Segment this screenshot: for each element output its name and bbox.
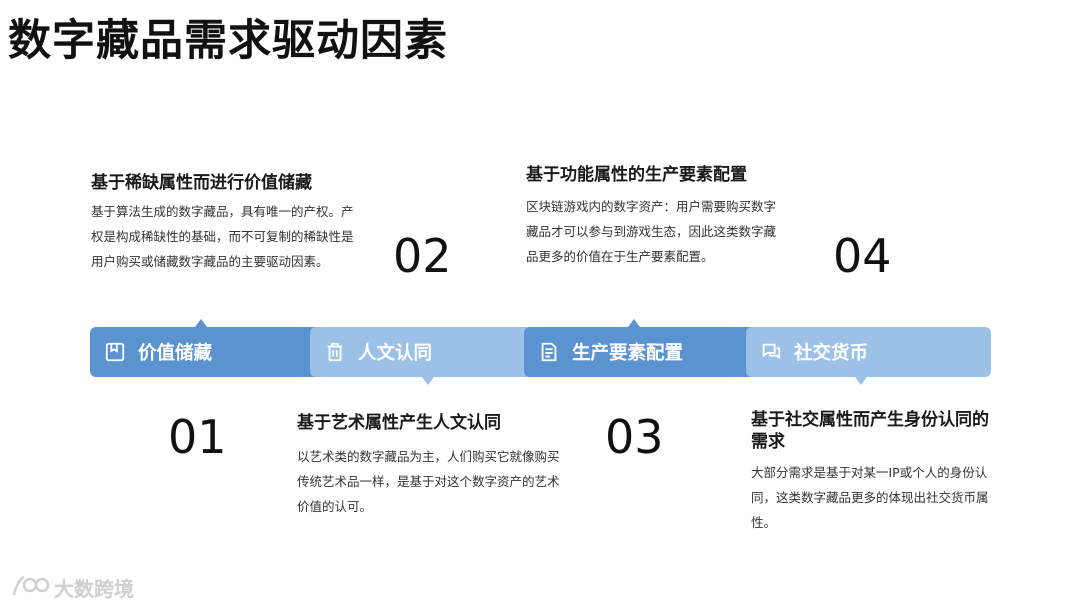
trash-can-icon bbox=[324, 341, 346, 363]
block-2-body: 以艺术类的数字藏品为主，人们购买它就像购买传统艺术品一样，是基于对这个数字资产的… bbox=[297, 449, 560, 514]
timeline-segment-1: 价值储藏 bbox=[90, 327, 320, 377]
watermark-text: 大数跨境 bbox=[54, 577, 134, 601]
block-4-number: 04 bbox=[833, 229, 892, 283]
watermark: 大数跨境 bbox=[10, 571, 134, 604]
block-2-heading: 基于艺术属性产生人文认同 bbox=[297, 413, 501, 433]
document-edit-icon bbox=[538, 341, 560, 363]
bookmark-box-icon bbox=[104, 341, 126, 363]
timeline-label-3: 生产要素配置 bbox=[572, 343, 684, 364]
timeline-label-2: 人文认同 bbox=[358, 343, 433, 364]
block-3-number: 03 bbox=[605, 410, 664, 464]
timeline-segment-4: 社交货币 bbox=[746, 327, 991, 377]
block-1-heading: 基于稀缺属性而进行价值储藏 bbox=[91, 173, 312, 193]
timeline-label-1: 价值储藏 bbox=[138, 343, 213, 364]
page-title: 数字藏品需求驱动因素 bbox=[8, 16, 448, 66]
timeline-pointer-2 bbox=[422, 377, 434, 385]
timeline-pointer-4 bbox=[855, 377, 867, 385]
block-4-body: 大部分需求是基于对某一IP或个人的身份认同，这类数字藏品更多的体现出社交货币属性… bbox=[751, 465, 989, 530]
chat-bubbles-icon bbox=[760, 341, 782, 363]
timeline-label-4: 社交货币 bbox=[794, 343, 869, 364]
block-4-heading: 基于社交属性而产生身份认同的需求 bbox=[751, 410, 989, 452]
block-1-number: 01 bbox=[168, 410, 227, 464]
block-3-heading: 基于功能属性的生产要素配置 bbox=[526, 165, 747, 185]
block-1-body: 基于算法生成的数字藏品，具有唯一的产权。产权是构成稀缺性的基础，而不可复制的稀缺… bbox=[91, 204, 354, 269]
block-2-number: 02 bbox=[393, 229, 452, 283]
brand-logo-icon bbox=[10, 571, 54, 604]
timeline-pointer-1 bbox=[195, 319, 207, 327]
timeline-pointer-3 bbox=[628, 319, 640, 327]
timeline-segment-2: 人文认同 bbox=[310, 327, 534, 377]
block-3-body: 区块链游戏内的数字资产：用户需要购买数字藏品才可以参与到游戏生态，因此这类数字藏… bbox=[526, 199, 777, 264]
timeline-segment-3: 生产要素配置 bbox=[524, 327, 756, 377]
